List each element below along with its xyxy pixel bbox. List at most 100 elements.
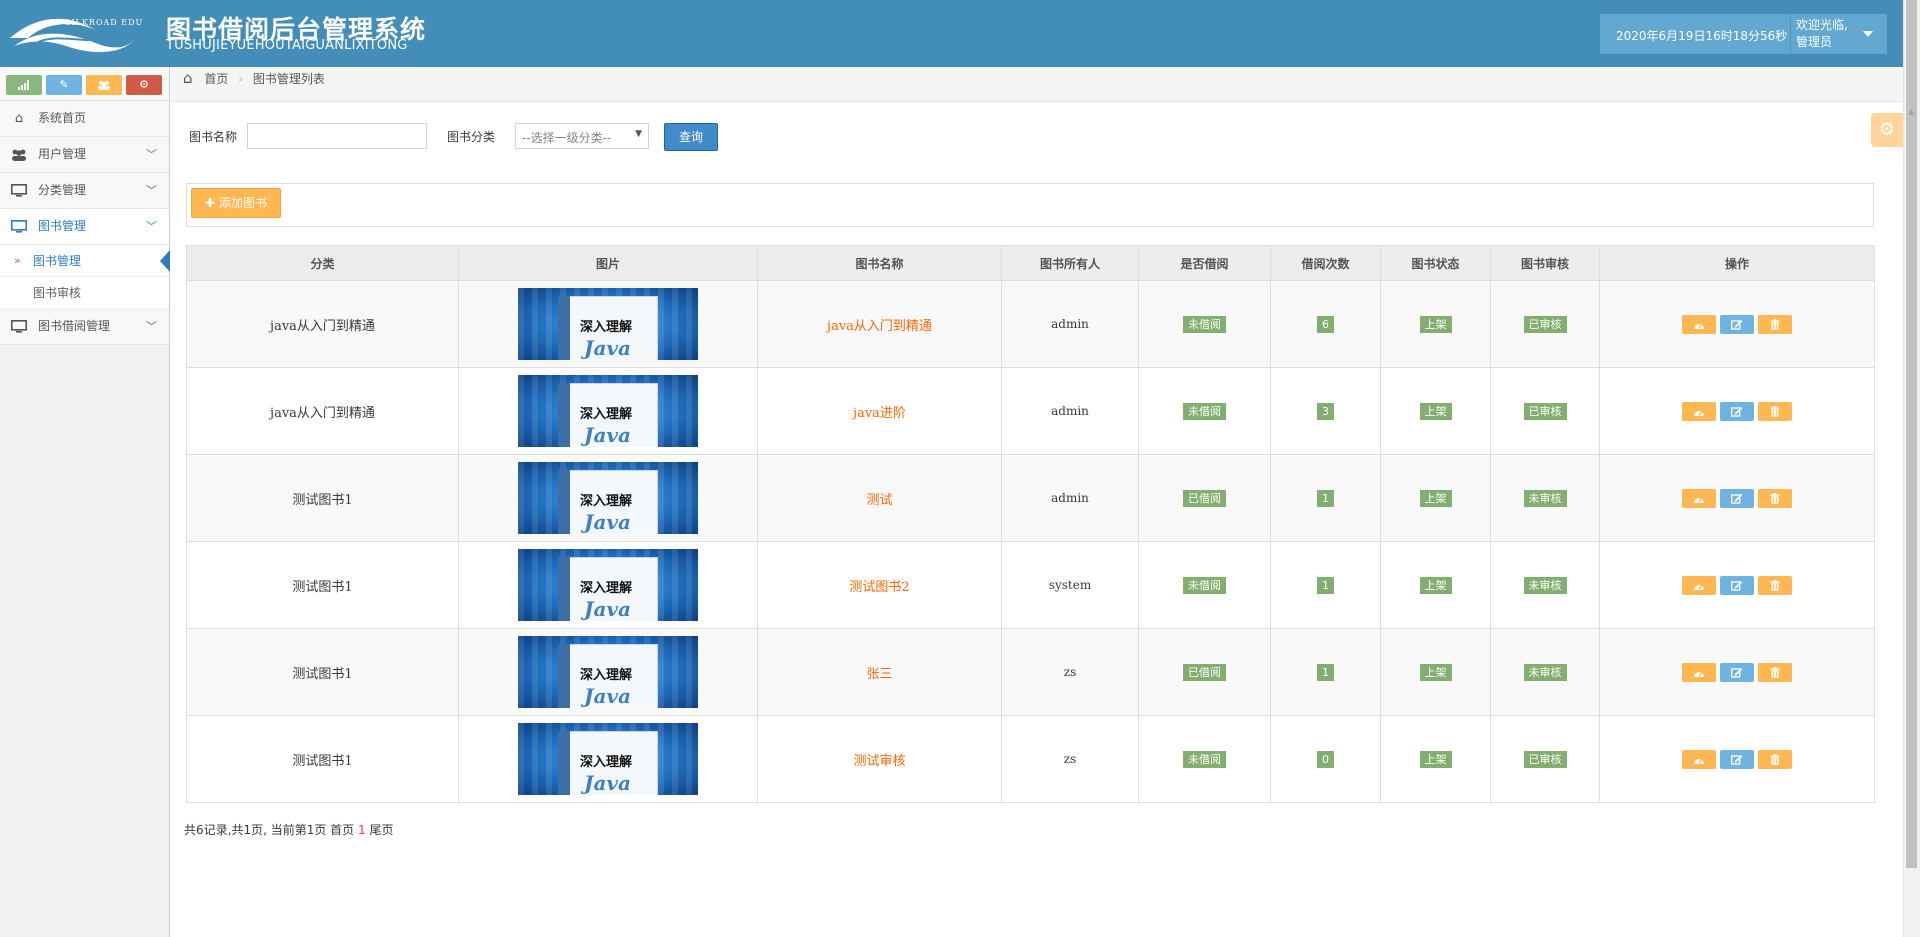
sidebar-item-label: 图书管理 <box>38 219 87 233</box>
edit-button[interactable] <box>1720 488 1754 508</box>
cell-borrowed: 未借阅 <box>1138 715 1271 803</box>
cell-book-name[interactable]: 张三 <box>757 628 1002 716</box>
cell-book-name[interactable]: 测试 <box>757 454 1002 542</box>
delete-button[interactable] <box>1758 314 1792 334</box>
book-name-label: 图书名称 <box>189 130 238 144</box>
breadcrumb-current: 图书管理列表 <box>252 72 325 86</box>
trash-icon <box>1770 667 1780 678</box>
cell-book-name[interactable]: 测试图书2 <box>757 541 1002 629</box>
column-header-name: 图书名称 <box>757 245 1002 281</box>
status-badge: 上架 <box>1419 750 1452 768</box>
user-info-dropdown[interactable]: 2020年6月19日16时18分56秒 欢迎光临, 管理员 <box>1600 14 1887 54</box>
caret-down-icon[interactable] <box>1863 31 1873 37</box>
sidebar-item-user-management[interactable]: 用户管理 ﹀ <box>0 137 169 173</box>
edit-button[interactable] <box>1720 575 1754 595</box>
table-row: java从入门到精通 深入理解 Java java进阶 admin 未借阅 3 上架 已审核 <box>186 367 1875 455</box>
view-button[interactable] <box>1682 401 1716 421</box>
logo-text: SILKROAD EDU <box>65 18 144 27</box>
query-button[interactable]: 查询 <box>664 123 718 151</box>
pagination-last-link[interactable]: 尾页 <box>369 823 393 837</box>
cell-category: 测试图书1 <box>186 454 459 542</box>
delete-button[interactable] <box>1758 575 1792 595</box>
submenu-item-label: 图书审核 <box>33 286 82 300</box>
dashboard-icon <box>1694 584 1704 590</box>
delete-button[interactable] <box>1758 662 1792 682</box>
signal-icon[interactable] <box>6 75 42 95</box>
sidebar-item-borrow-management[interactable]: 图书借阅管理 ﹀ <box>0 309 169 345</box>
edit-icon <box>1731 320 1743 330</box>
cell-review: 未审核 <box>1490 454 1600 542</box>
delete-button[interactable] <box>1758 749 1792 769</box>
cell-category: java从入门到精通 <box>186 280 459 368</box>
delete-button[interactable] <box>1758 401 1792 421</box>
borrow-count-badge: 0 <box>1317 750 1334 768</box>
cell-book-name[interactable]: java从入门到精通 <box>757 280 1002 368</box>
plus-icon: ✚ <box>205 196 216 210</box>
settings-gear-icon[interactable]: ⚙ <box>1871 113 1903 147</box>
delete-button[interactable] <box>1758 488 1792 508</box>
submenu-item-book-list[interactable]: » 图书管理 <box>0 245 170 277</box>
cover-spine <box>558 644 570 708</box>
cell-borrowed: 未借阅 <box>1138 280 1271 368</box>
sidebar-item-book-management[interactable]: 图书管理 ﹀ <box>0 209 169 245</box>
edit-button[interactable] <box>1720 314 1754 334</box>
borrow-count-badge: 3 <box>1317 402 1334 420</box>
borrowed-badge: 已借阅 <box>1183 663 1226 681</box>
review-badge: 未审核 <box>1523 576 1567 594</box>
sidebar-item-label: 图书借阅管理 <box>38 319 111 333</box>
borrowed-badge: 已借阅 <box>1183 489 1226 507</box>
view-button[interactable] <box>1682 575 1716 595</box>
cell-image: 深入理解 Java <box>458 541 758 629</box>
cover-spine <box>558 557 570 621</box>
submenu-item-label: 图书管理 <box>33 254 82 268</box>
add-book-label: 添加图书 <box>218 196 267 210</box>
dashboard-icon <box>1694 410 1704 416</box>
pencil-icon[interactable]: ✎ <box>46 75 82 95</box>
cell-borrow-count: 0 <box>1270 715 1381 803</box>
borrowed-badge: 未借阅 <box>1183 750 1226 768</box>
cell-owner: admin <box>1001 454 1139 542</box>
pagination-current-page[interactable]: 1 <box>358 823 366 837</box>
sidebar-shortcuts: ✎ ⚙ <box>0 67 169 101</box>
view-button[interactable] <box>1682 314 1716 334</box>
edit-button[interactable] <box>1720 401 1754 421</box>
borrowed-badge: 未借阅 <box>1183 576 1226 594</box>
breadcrumb-home-link[interactable]: 首页 <box>204 72 228 86</box>
add-book-button[interactable]: ✚ 添加图书 <box>191 188 281 218</box>
cell-book-name[interactable]: 测试审核 <box>757 715 1002 803</box>
trash-icon <box>1770 493 1780 504</box>
edit-icon <box>1731 407 1743 417</box>
view-button[interactable] <box>1682 749 1716 769</box>
cover-title: 深入理解 <box>580 320 633 335</box>
edit-icon <box>1731 755 1743 765</box>
sidebar-item-label: 系统首页 <box>38 111 87 125</box>
view-button[interactable] <box>1682 488 1716 508</box>
cell-image: 深入理解 Java <box>458 454 758 542</box>
chevron-down-icon: ﹀ <box>146 148 157 161</box>
cell-review: 未审核 <box>1490 628 1600 716</box>
cell-actions <box>1599 454 1875 542</box>
group-icon[interactable] <box>86 75 122 95</box>
cell-book-name[interactable]: java进阶 <box>757 367 1002 455</box>
review-badge: 未审核 <box>1523 663 1567 681</box>
cell-review: 未审核 <box>1490 541 1600 629</box>
scrollbar-thumb[interactable] <box>1906 0 1917 868</box>
active-indicator <box>160 250 170 272</box>
cogs-icon[interactable]: ⚙ <box>126 75 162 95</box>
edit-icon <box>1731 668 1743 678</box>
review-badge: 已审核 <box>1523 315 1567 333</box>
category-select[interactable]: --选择一级分类-- ▼ <box>515 123 649 149</box>
scroll-up-arrow-icon[interactable]: ▲ <box>1903 105 1920 119</box>
sidebar-item-category-management[interactable]: 分类管理 ﹀ <box>0 173 169 209</box>
cell-actions <box>1599 367 1875 455</box>
table-row: 测试图书1 深入理解 Java 张三 zs 已借阅 1 上架 未审核 <box>186 628 1875 716</box>
book-name-input[interactable] <box>247 123 427 149</box>
submenu-item-book-review[interactable]: 图书审核 <box>0 277 169 309</box>
edit-button[interactable] <box>1720 662 1754 682</box>
sidebar-item-home[interactable]: ⌂ 系统首页 <box>0 101 169 137</box>
edit-button[interactable] <box>1720 749 1754 769</box>
trash-icon <box>1770 754 1780 765</box>
view-button[interactable] <box>1682 662 1716 682</box>
table-row: 测试图书1 深入理解 Java 测试审核 zs 未借阅 0 上架 已审核 <box>186 715 1875 803</box>
dashboard-icon <box>1694 323 1704 329</box>
